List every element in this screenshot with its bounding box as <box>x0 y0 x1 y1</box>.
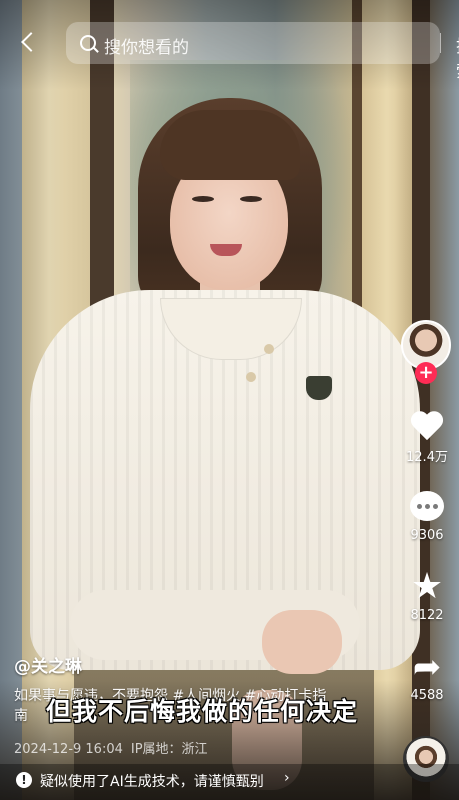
post-date: 2024-12-9 16:04 <box>14 742 123 757</box>
search-icon <box>80 35 96 51</box>
ai-warning-bar[interactable]: ! 疑似使用了AI生成技术，请谨慎甄别 › <box>0 764 459 800</box>
comment-icon <box>409 490 445 524</box>
video-meta: 2024-12-9 16:04 IP属地：浙江 <box>14 738 208 757</box>
top-bar: 搜你想看的 搜索 <box>0 0 459 90</box>
sweater-badge <box>306 376 332 400</box>
search-input[interactable]: 搜你想看的 <box>104 33 189 58</box>
person-eye <box>192 196 214 202</box>
chevron-right-icon: › <box>284 770 290 786</box>
sweater-button <box>246 372 256 382</box>
video-frame[interactable] <box>0 0 459 800</box>
share-icon: ➦ <box>412 647 442 687</box>
video-subtitle: 但我不后悔我做的任何决定 <box>46 697 359 726</box>
search-divider <box>440 33 441 53</box>
like-button[interactable]: 12.4万 <box>401 408 453 465</box>
back-icon[interactable] <box>14 28 44 58</box>
share-button[interactable]: ➦ 4588 <box>401 650 453 703</box>
search-bar[interactable]: 搜你想看的 搜索 <box>66 22 459 82</box>
heart-icon <box>409 408 445 442</box>
person-eye <box>240 196 262 202</box>
comment-button[interactable]: 9306 <box>401 490 453 543</box>
ai-warning-text: 疑似使用了AI生成技术，请谨慎甄别 <box>40 774 264 790</box>
ip-location: IP属地：浙江 <box>130 742 208 757</box>
person-bangs <box>160 110 300 180</box>
favorite-count: 8122 <box>410 608 444 623</box>
author-name[interactable]: @关之琳 <box>14 652 82 677</box>
warning-icon: ! <box>16 772 32 788</box>
star-icon: ★ <box>410 566 444 607</box>
like-count: 12.4万 <box>406 450 448 465</box>
follow-button[interactable]: + <box>415 362 437 384</box>
comment-count: 9306 <box>410 528 444 543</box>
favorite-button[interactable]: ★ 8122 <box>401 566 453 624</box>
person-hand <box>262 610 342 674</box>
sweater-button <box>264 344 274 354</box>
share-count: 4588 <box>410 688 444 703</box>
